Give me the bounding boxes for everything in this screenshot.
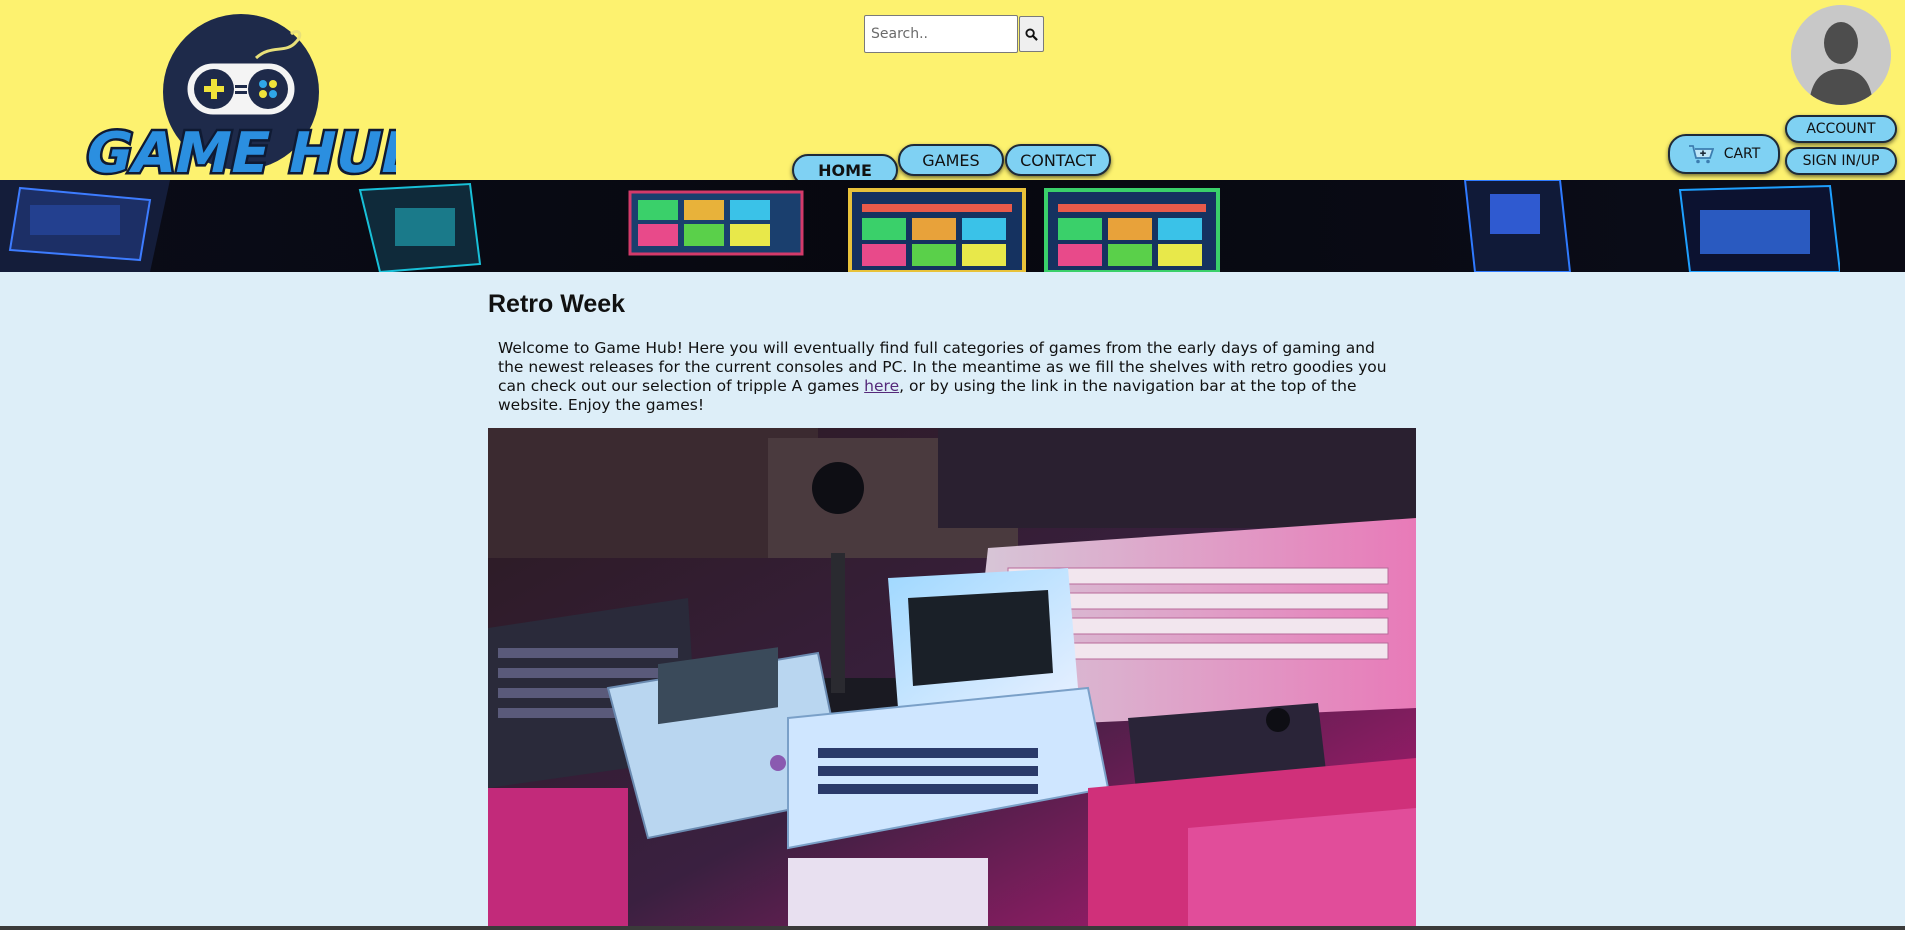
game-hub-logo[interactable]: GAME HUB	[86, 14, 396, 180]
here-link[interactable]: here	[864, 377, 899, 395]
cart-label: CART	[1723, 146, 1761, 162]
user-avatar-icon	[1791, 5, 1891, 105]
sign-in-up-button[interactable]: SIGN IN/UP	[1785, 147, 1897, 175]
account-button[interactable]: ACCOUNT	[1785, 115, 1897, 143]
main-content: Retro Week Welcome to Game Hub! Here you…	[488, 272, 1416, 415]
nav-contact-label: CONTACT	[1020, 150, 1096, 170]
search-button[interactable]	[1019, 16, 1044, 52]
site-header: GAME HUB HOME GAMES CONTACT	[0, 0, 1905, 186]
arcade-banner-image	[0, 180, 1905, 272]
nav-games-label: GAMES	[922, 150, 980, 170]
search-icon	[1025, 27, 1038, 41]
cart-button[interactable]: CART	[1668, 134, 1780, 174]
nav-home-label: HOME	[818, 160, 872, 180]
search-input[interactable]	[864, 15, 1018, 53]
account-label: ACCOUNT	[1806, 121, 1876, 137]
cart-icon	[1688, 144, 1714, 164]
retro-consoles-image	[488, 428, 1416, 930]
user-avatar[interactable]	[1791, 5, 1891, 105]
nav-contact-button[interactable]: CONTACT	[1005, 144, 1111, 176]
intro-paragraph: Welcome to Game Hub! Here you will event…	[498, 339, 1398, 415]
nav-games-button[interactable]: GAMES	[898, 144, 1004, 176]
search-bar	[864, 15, 1044, 53]
logo-text: GAME HUB	[86, 121, 396, 180]
bottom-edge	[0, 926, 1905, 930]
page-title: Retro Week	[488, 290, 626, 318]
sign-in-up-label: SIGN IN/UP	[1802, 153, 1880, 169]
